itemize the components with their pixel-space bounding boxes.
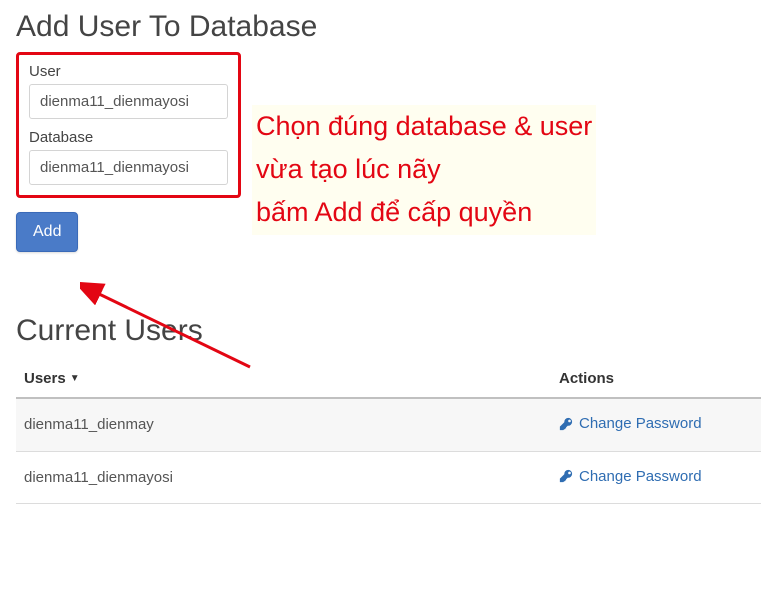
instruction-annotation: Chọn đúng database & user vừa tạo lúc nã… — [252, 105, 596, 235]
user-select[interactable]: dienma11_dienmayosi — [29, 84, 228, 119]
users-column-header[interactable]: Users ▼ — [16, 360, 551, 398]
change-password-label: Change Password — [579, 468, 702, 485]
current-users-table: Users ▼ Actions dienma11_dienmay Change … — [16, 360, 761, 504]
table-row: dienma11_dienmay Change Password — [16, 398, 761, 451]
annotation-line-3: bấm Add để cấp quyền — [256, 191, 592, 234]
users-column-label: Users — [24, 370, 66, 387]
username-cell: dienma11_dienmay — [16, 398, 551, 451]
database-field-group: Database dienma11_dienmayosi — [29, 129, 228, 185]
annotation-line-2: vừa tạo lúc nãy — [256, 148, 592, 191]
change-password-label: Change Password — [579, 415, 702, 432]
annotation-line-1: Chọn đúng database & user — [256, 105, 592, 148]
sort-desc-icon: ▼ — [70, 373, 80, 384]
add-button[interactable]: Add — [16, 212, 78, 252]
change-password-link[interactable]: Change Password — [559, 415, 702, 432]
key-icon — [559, 469, 573, 483]
database-field-label: Database — [29, 129, 228, 146]
database-select[interactable]: dienma11_dienmayosi — [29, 150, 228, 185]
table-row: dienma11_dienmayosi Change Password — [16, 451, 761, 504]
add-user-section-title: Add User To Database — [16, 10, 761, 44]
key-icon — [559, 417, 573, 431]
actions-column-header: Actions — [551, 360, 761, 398]
user-field-group: User dienma11_dienmayosi — [29, 63, 228, 119]
annotation-highlight-box: User dienma11_dienmayosi Database dienma… — [16, 52, 241, 198]
user-field-label: User — [29, 63, 228, 80]
change-password-link[interactable]: Change Password — [559, 468, 702, 485]
username-cell: dienma11_dienmayosi — [16, 451, 551, 504]
current-users-section-title: Current Users — [16, 314, 761, 348]
